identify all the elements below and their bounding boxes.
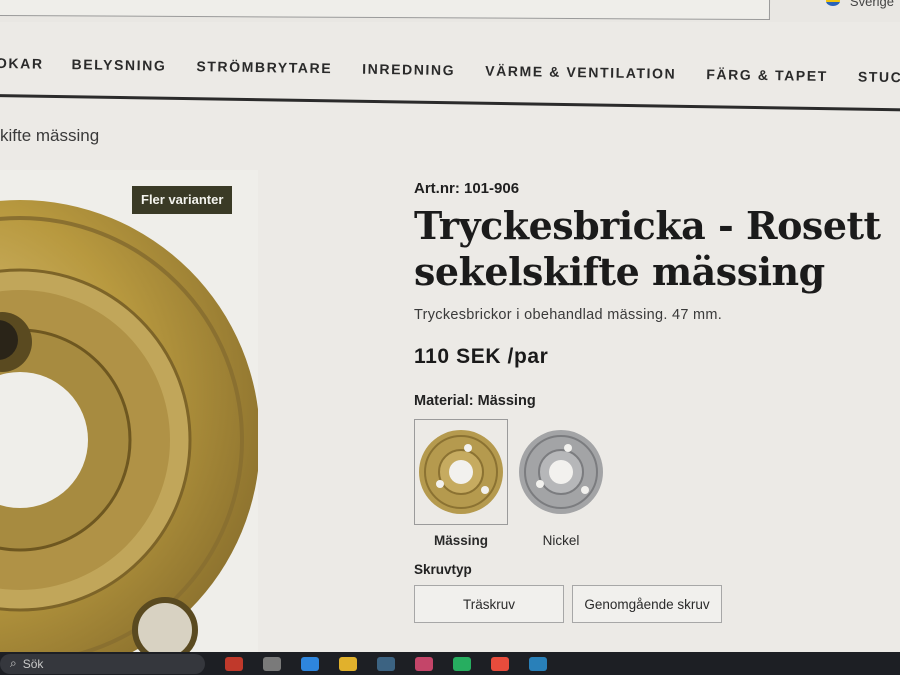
swatch-label-massing: Mässing — [433, 533, 488, 548]
rosette-image — [0, 200, 258, 660]
sweden-flag-icon[interactable] — [826, 0, 840, 6]
article-number: Art.nr: 101-906 — [414, 180, 520, 197]
breadcrumb-current: kifte mässing — [0, 126, 100, 145]
swatch-frame — [514, 419, 608, 525]
nickel-rosette-icon — [519, 430, 603, 514]
chrome-icon[interactable] — [453, 656, 471, 671]
swatch-frame — [414, 419, 508, 525]
os-taskbar: ⌕ Sök — [0, 652, 900, 675]
material-label: Material: Mässing — [414, 393, 536, 409]
app-icon[interactable] — [529, 656, 547, 671]
app-icon[interactable] — [225, 656, 243, 671]
nav-item-inredning[interactable]: INREDNING — [362, 61, 455, 78]
app-icon[interactable] — [301, 656, 319, 671]
app-icon[interactable] — [415, 656, 433, 671]
product-image[interactable] — [0, 170, 258, 660]
material-option-nickel[interactable]: Nickel — [514, 419, 608, 548]
site-search-input[interactable] — [0, 0, 771, 21]
material-swatches: Mässing Nickel — [414, 419, 884, 548]
app-icon[interactable] — [377, 656, 395, 671]
product-info: Art.nr: 101-906 Tryckesbricka - Rosett s… — [414, 180, 884, 623]
main-navigation: OKAR BELYSNING STRÖMBRYTARE INREDNING VÄ… — [0, 48, 900, 92]
folder-icon[interactable] — [339, 656, 357, 671]
screw-option-traskruv[interactable]: Träskruv — [414, 585, 564, 623]
app-icon[interactable] — [491, 656, 509, 671]
screw-option-genomgaende[interactable]: Genomgående skruv — [572, 585, 722, 623]
nav-item-varme-ventilation[interactable]: VÄRME & VENTILATION — [485, 63, 676, 82]
taskbar-search-placeholder: Sök — [22, 656, 44, 671]
taskbar-search[interactable]: ⌕ Sök — [0, 653, 205, 674]
product-price: 110 SEK /par — [414, 345, 549, 368]
nav-item-strombrytare[interactable]: STRÖMBRYTARE — [196, 58, 332, 76]
nav-item-okar[interactable]: OKAR — [0, 55, 44, 72]
more-variants-badge: Fler varianter — [132, 186, 233, 214]
nav-item-stuckatur[interactable]: STUCKATUR — [858, 68, 900, 86]
screw-type-options: Träskruv Genomgående skruv — [414, 585, 884, 623]
material-option-massing[interactable]: Mässing — [414, 419, 508, 548]
nav-item-farg-tapet[interactable]: FÄRG & TAPET — [706, 66, 828, 84]
brass-rosette-icon — [419, 430, 503, 514]
nav-item-belysning[interactable]: BELYSNING — [71, 56, 166, 73]
language-label[interactable]: Sverige — [850, 0, 894, 9]
app-icon[interactable] — [263, 656, 281, 671]
nav-divider — [0, 94, 900, 112]
product-description: Tryckesbrickor i obehandlad mässing. 47 … — [414, 307, 723, 323]
breadcrumb: kifte mässing — [0, 126, 99, 146]
top-bar: Sverige — [0, 0, 900, 22]
swatch-label-nickel: Nickel — [542, 533, 580, 548]
screw-type-label: Skruvtyp — [414, 562, 472, 577]
product-title: Tryckesbricka - Rosett sekelskifte mässi… — [414, 203, 881, 294]
search-icon: ⌕ — [10, 656, 17, 670]
